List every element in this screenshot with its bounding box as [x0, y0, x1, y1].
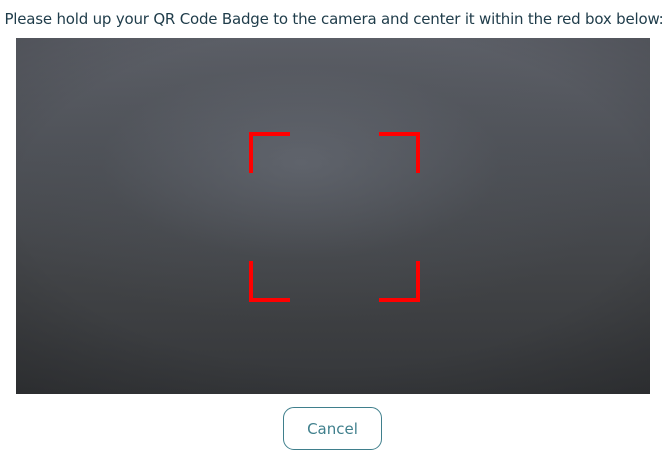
scan-frame-corner-top-right [379, 132, 420, 173]
scan-instructions: Please hold up your QR Code Badge to the… [4, 10, 664, 28]
scan-frame-corner-bottom-left [249, 261, 290, 302]
scan-frame-corner-top-left [249, 132, 290, 173]
scan-frame-corner-bottom-right [379, 261, 420, 302]
qr-scan-page: Please hold up your QR Code Badge to the… [0, 0, 668, 459]
camera-preview [16, 38, 650, 394]
cancel-button[interactable]: Cancel [283, 407, 382, 450]
